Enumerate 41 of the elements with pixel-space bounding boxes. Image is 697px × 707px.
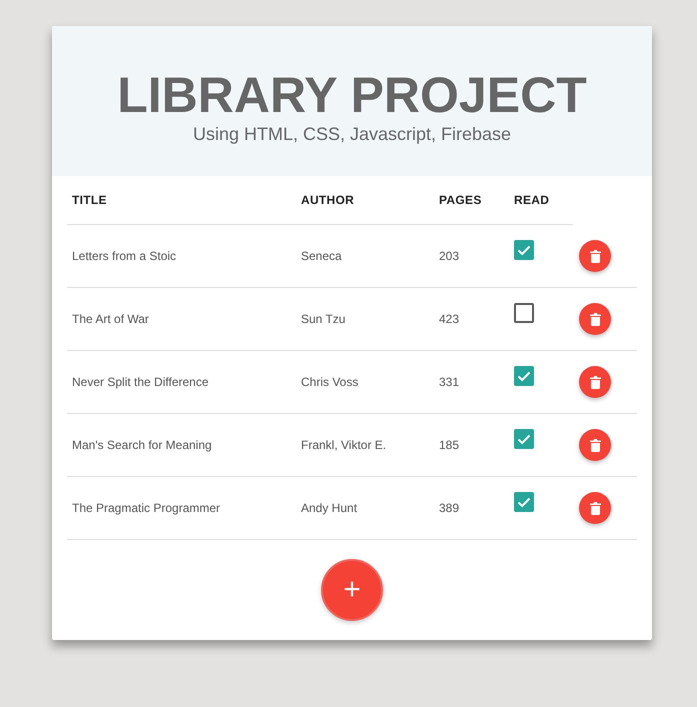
trash-icon	[590, 312, 600, 326]
delete-button[interactable]	[579, 492, 611, 524]
read-checkbox[interactable]	[514, 429, 534, 449]
table-cell-text: 423	[439, 311, 460, 328]
delete-button[interactable]	[579, 303, 611, 335]
table-cell-text: Seneca	[301, 248, 342, 265]
table-cell-text: 185	[439, 437, 460, 454]
table-cell-text: Andy Hunt	[301, 500, 358, 517]
table-cell-text: Never Split the Difference	[72, 374, 209, 391]
table-cell-text: 389	[439, 500, 460, 517]
table-cell-text: Sun Tzu	[301, 311, 346, 328]
table-cell-text: Frankl, Viktor E.	[301, 437, 386, 454]
trash-icon	[590, 438, 600, 452]
table-cell-text: The Pragmatic Programmer	[72, 500, 220, 517]
trash-icon	[590, 250, 600, 262]
column-header: PAGES	[439, 192, 482, 209]
check-icon	[517, 370, 531, 382]
page-subtitle: Using HTML, CSS, Javascript, Firebase	[192, 125, 512, 143]
read-checkbox[interactable]	[514, 492, 534, 512]
read-checkbox[interactable]	[514, 303, 534, 323]
delete-button[interactable]	[579, 240, 611, 272]
column-header: TITLE	[72, 192, 107, 209]
column-header: READ	[514, 192, 550, 209]
check-icon	[517, 496, 531, 508]
check-icon	[517, 244, 531, 256]
delete-button[interactable]	[579, 366, 611, 398]
table-cell-text: Chris Voss	[301, 374, 358, 391]
trash-icon	[590, 502, 600, 514]
page-title: LIBRARY PROJECT	[117, 70, 587, 120]
delete-button[interactable]	[579, 429, 611, 461]
check-icon	[517, 434, 531, 444]
table-cell-text: Man's Search for Meaning	[72, 437, 212, 454]
table-cell-text: 203	[439, 248, 460, 265]
table-cell-text: 331	[439, 374, 460, 391]
read-checkbox[interactable]	[514, 240, 534, 260]
column-header: AUTHOR	[301, 192, 354, 209]
read-checkbox[interactable]	[514, 366, 534, 386]
trash-icon	[590, 376, 600, 388]
add-button[interactable]: +	[321, 559, 383, 621]
table-cell-text: Letters from a Stoic	[72, 248, 176, 265]
table-cell-text: The Art of War	[72, 311, 149, 328]
